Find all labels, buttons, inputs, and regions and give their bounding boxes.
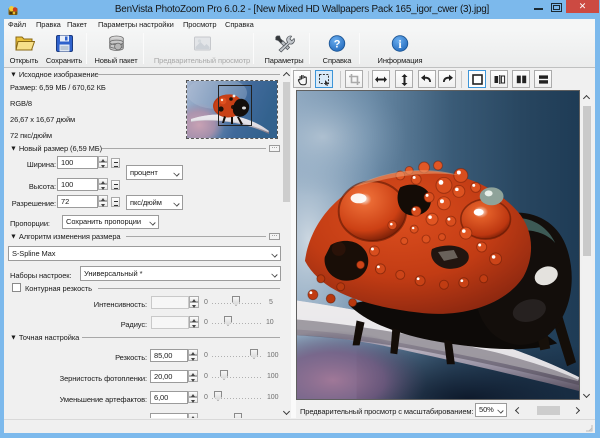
svg-text:?: ? (334, 39, 341, 51)
